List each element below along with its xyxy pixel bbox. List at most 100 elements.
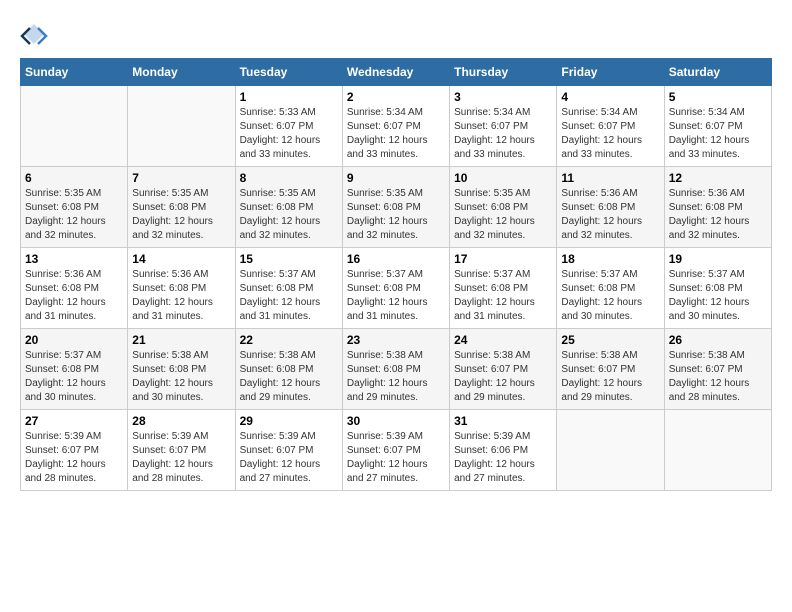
calendar-body: 1 Sunrise: 5:33 AM Sunset: 6:07 PM Daylig…: [21, 86, 772, 491]
day-info: Sunrise: 5:38 AM Sunset: 6:07 PM Dayligh…: [561, 349, 659, 405]
calendar-cell: 17 Sunrise: 5:37 AM Sunset: 6:08 PM Dayli…: [450, 248, 557, 329]
day-number: 14: [132, 252, 230, 266]
day-info: Sunrise: 5:39 AM Sunset: 6:07 PM Dayligh…: [132, 430, 230, 486]
calendar-cell: [557, 410, 664, 491]
day-info: Sunrise: 5:34 AM Sunset: 6:07 PM Dayligh…: [669, 106, 767, 162]
calendar-cell: 2 Sunrise: 5:34 AM Sunset: 6:07 PM Daylig…: [342, 86, 449, 167]
calendar-cell: 1 Sunrise: 5:33 AM Sunset: 6:07 PM Daylig…: [235, 86, 342, 167]
calendar-cell: 5Sunrise: 5:34 AM Sunset: 6:07 PM Daylig…: [664, 86, 771, 167]
calendar-cell: 25 Sunrise: 5:38 AM Sunset: 6:07 PM Dayli…: [557, 329, 664, 410]
day-number: 28: [132, 414, 230, 428]
calendar-cell: 9Sunrise: 5:35 AM Sunset: 6:08 PM Daylig…: [342, 167, 449, 248]
calendar-cell: [128, 86, 235, 167]
calendar-cell: 20 Sunrise: 5:37 AM Sunset: 6:08 PM Dayli…: [21, 329, 128, 410]
weekday-header-tuesday: Tuesday: [235, 59, 342, 86]
day-number: 7: [132, 171, 230, 185]
calendar-cell: 21Sunrise: 5:38 AM Sunset: 6:08 PM Dayli…: [128, 329, 235, 410]
calendar-cell: 15 Sunrise: 5:37 AM Sunset: 6:08 PM Dayli…: [235, 248, 342, 329]
weekday-header-friday: Friday: [557, 59, 664, 86]
calendar-cell: 27Sunrise: 5:39 AM Sunset: 6:07 PM Dayli…: [21, 410, 128, 491]
weekday-header-wednesday: Wednesday: [342, 59, 449, 86]
day-info: Sunrise: 5:37 AM Sunset: 6:08 PM Dayligh…: [347, 268, 445, 324]
day-number: 11: [561, 171, 659, 185]
day-number: 1: [240, 90, 338, 104]
calendar-cell: 4Sunrise: 5:34 AM Sunset: 6:07 PM Daylig…: [557, 86, 664, 167]
day-info: Sunrise: 5:37 AM Sunset: 6:08 PM Dayligh…: [25, 349, 123, 405]
day-info: Sunrise: 5:36 AM Sunset: 6:08 PM Dayligh…: [25, 268, 123, 324]
calendar-week-3: 13Sunrise: 5:36 AM Sunset: 6:08 PM Dayli…: [21, 248, 772, 329]
day-number: 8: [240, 171, 338, 185]
calendar-table: SundayMondayTuesdayWednesdayThursdayFrid…: [20, 58, 772, 491]
calendar-cell: 18 Sunrise: 5:37 AM Sunset: 6:08 PM Dayli…: [557, 248, 664, 329]
calendar-cell: 14 Sunrise: 5:36 AM Sunset: 6:08 PM Dayli…: [128, 248, 235, 329]
day-info: Sunrise: 5:34 AM Sunset: 6:07 PM Dayligh…: [347, 106, 445, 162]
day-number: 23: [347, 333, 445, 347]
day-info: Sunrise: 5:34 AM Sunset: 6:07 PM Dayligh…: [561, 106, 659, 162]
day-info: Sunrise: 5:37 AM Sunset: 6:08 PM Dayligh…: [561, 268, 659, 324]
weekday-header-thursday: Thursday: [450, 59, 557, 86]
calendar-cell: 22 Sunrise: 5:38 AM Sunset: 6:08 PM Dayli…: [235, 329, 342, 410]
day-info: Sunrise: 5:39 AM Sunset: 6:07 PM Dayligh…: [240, 430, 338, 486]
day-info: Sunrise: 5:36 AM Sunset: 6:08 PM Dayligh…: [561, 187, 659, 243]
day-info: Sunrise: 5:37 AM Sunset: 6:08 PM Dayligh…: [669, 268, 767, 324]
weekday-header-monday: Monday: [128, 59, 235, 86]
calendar-cell: 11 Sunrise: 5:36 AM Sunset: 6:08 PM Dayli…: [557, 167, 664, 248]
day-number: 30: [347, 414, 445, 428]
day-number: 22: [240, 333, 338, 347]
calendar-week-1: 1 Sunrise: 5:33 AM Sunset: 6:07 PM Daylig…: [21, 86, 772, 167]
day-info: Sunrise: 5:33 AM Sunset: 6:07 PM Dayligh…: [240, 106, 338, 162]
calendar-week-2: 6 Sunrise: 5:35 AM Sunset: 6:08 PM Daylig…: [21, 167, 772, 248]
day-info: Sunrise: 5:38 AM Sunset: 6:07 PM Dayligh…: [669, 349, 767, 405]
calendar-cell: 31Sunrise: 5:39 AM Sunset: 6:06 PM Dayli…: [450, 410, 557, 491]
day-info: Sunrise: 5:36 AM Sunset: 6:08 PM Dayligh…: [132, 268, 230, 324]
day-number: 27: [25, 414, 123, 428]
day-number: 26: [669, 333, 767, 347]
calendar-cell: 6Sunrise: 5:35 AM Sunset: 6:08 PM Daylig…: [21, 167, 128, 248]
day-info: Sunrise: 5:38 AM Sunset: 6:08 PM Dayligh…: [132, 349, 230, 405]
day-info: Sunrise: 5:35 AM Sunset: 6:08 PM Dayligh…: [240, 187, 338, 243]
logo: [20, 20, 50, 48]
calendar-cell: 24Sunrise: 5:38 AM Sunset: 6:07 PM Dayli…: [450, 329, 557, 410]
day-number: 20: [25, 333, 123, 347]
day-number: 2: [347, 90, 445, 104]
day-number: 12: [669, 171, 767, 185]
day-info: Sunrise: 5:35 AM Sunset: 6:08 PM Dayligh…: [347, 187, 445, 243]
calendar-cell: 7 Sunrise: 5:35 AM Sunset: 6:08 PM Daylig…: [128, 167, 235, 248]
calendar-cell: 16 Sunrise: 5:37 AM Sunset: 6:08 PM Dayli…: [342, 248, 449, 329]
day-info: Sunrise: 5:35 AM Sunset: 6:08 PM Dayligh…: [454, 187, 552, 243]
day-number: 18: [561, 252, 659, 266]
day-info: Sunrise: 5:39 AM Sunset: 6:07 PM Dayligh…: [347, 430, 445, 486]
weekday-header-row: SundayMondayTuesdayWednesdayThursdayFrid…: [21, 59, 772, 86]
day-number: 6: [25, 171, 123, 185]
day-info: Sunrise: 5:38 AM Sunset: 6:08 PM Dayligh…: [240, 349, 338, 405]
calendar-cell: 8 Sunrise: 5:35 AM Sunset: 6:08 PM Daylig…: [235, 167, 342, 248]
calendar-cell: 23 Sunrise: 5:38 AM Sunset: 6:08 PM Dayli…: [342, 329, 449, 410]
calendar-cell: 3 Sunrise: 5:34 AM Sunset: 6:07 PM Daylig…: [450, 86, 557, 167]
logo-icon: [20, 20, 48, 48]
day-number: 17: [454, 252, 552, 266]
weekday-header-sunday: Sunday: [21, 59, 128, 86]
calendar-cell: 10 Sunrise: 5:35 AM Sunset: 6:08 PM Dayli…: [450, 167, 557, 248]
day-info: Sunrise: 5:38 AM Sunset: 6:08 PM Dayligh…: [347, 349, 445, 405]
day-info: Sunrise: 5:34 AM Sunset: 6:07 PM Dayligh…: [454, 106, 552, 162]
day-info: Sunrise: 5:39 AM Sunset: 6:06 PM Dayligh…: [454, 430, 552, 486]
day-info: Sunrise: 5:38 AM Sunset: 6:07 PM Dayligh…: [454, 349, 552, 405]
day-number: 19: [669, 252, 767, 266]
day-info: Sunrise: 5:35 AM Sunset: 6:08 PM Dayligh…: [132, 187, 230, 243]
day-info: Sunrise: 5:37 AM Sunset: 6:08 PM Dayligh…: [454, 268, 552, 324]
calendar-header: SundayMondayTuesdayWednesdayThursdayFrid…: [21, 59, 772, 86]
day-number: 10: [454, 171, 552, 185]
calendar-week-4: 20 Sunrise: 5:37 AM Sunset: 6:08 PM Dayli…: [21, 329, 772, 410]
day-info: Sunrise: 5:36 AM Sunset: 6:08 PM Dayligh…: [669, 187, 767, 243]
calendar-cell: 30 Sunrise: 5:39 AM Sunset: 6:07 PM Dayli…: [342, 410, 449, 491]
day-number: 15: [240, 252, 338, 266]
calendar-cell: 28 Sunrise: 5:39 AM Sunset: 6:07 PM Dayli…: [128, 410, 235, 491]
calendar-cell: [21, 86, 128, 167]
day-number: 25: [561, 333, 659, 347]
day-number: 3: [454, 90, 552, 104]
day-number: 16: [347, 252, 445, 266]
calendar-cell: 29Sunrise: 5:39 AM Sunset: 6:07 PM Dayli…: [235, 410, 342, 491]
weekday-header-saturday: Saturday: [664, 59, 771, 86]
day-info: Sunrise: 5:37 AM Sunset: 6:08 PM Dayligh…: [240, 268, 338, 324]
calendar-cell: 12 Sunrise: 5:36 AM Sunset: 6:08 PM Dayli…: [664, 167, 771, 248]
